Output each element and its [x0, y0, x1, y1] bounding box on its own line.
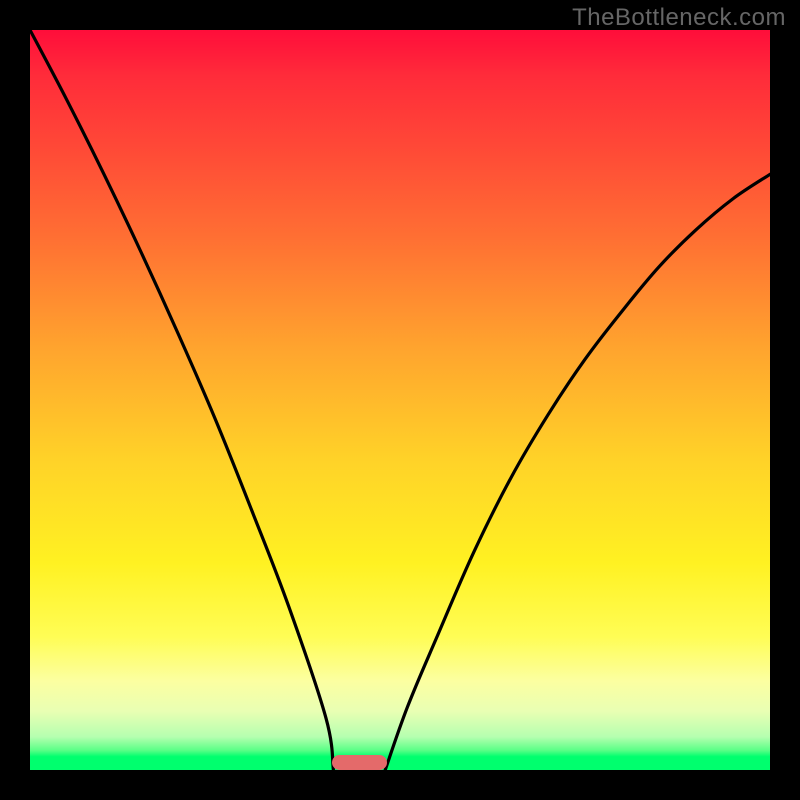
right-curve-path — [385, 174, 770, 770]
chart-frame: TheBottleneck.com — [0, 0, 800, 800]
plot-area — [30, 30, 770, 770]
bottleneck-curves — [30, 30, 770, 770]
optimal-marker — [332, 755, 388, 770]
left-curve-path — [30, 30, 333, 770]
watermark-text: TheBottleneck.com — [572, 4, 786, 32]
